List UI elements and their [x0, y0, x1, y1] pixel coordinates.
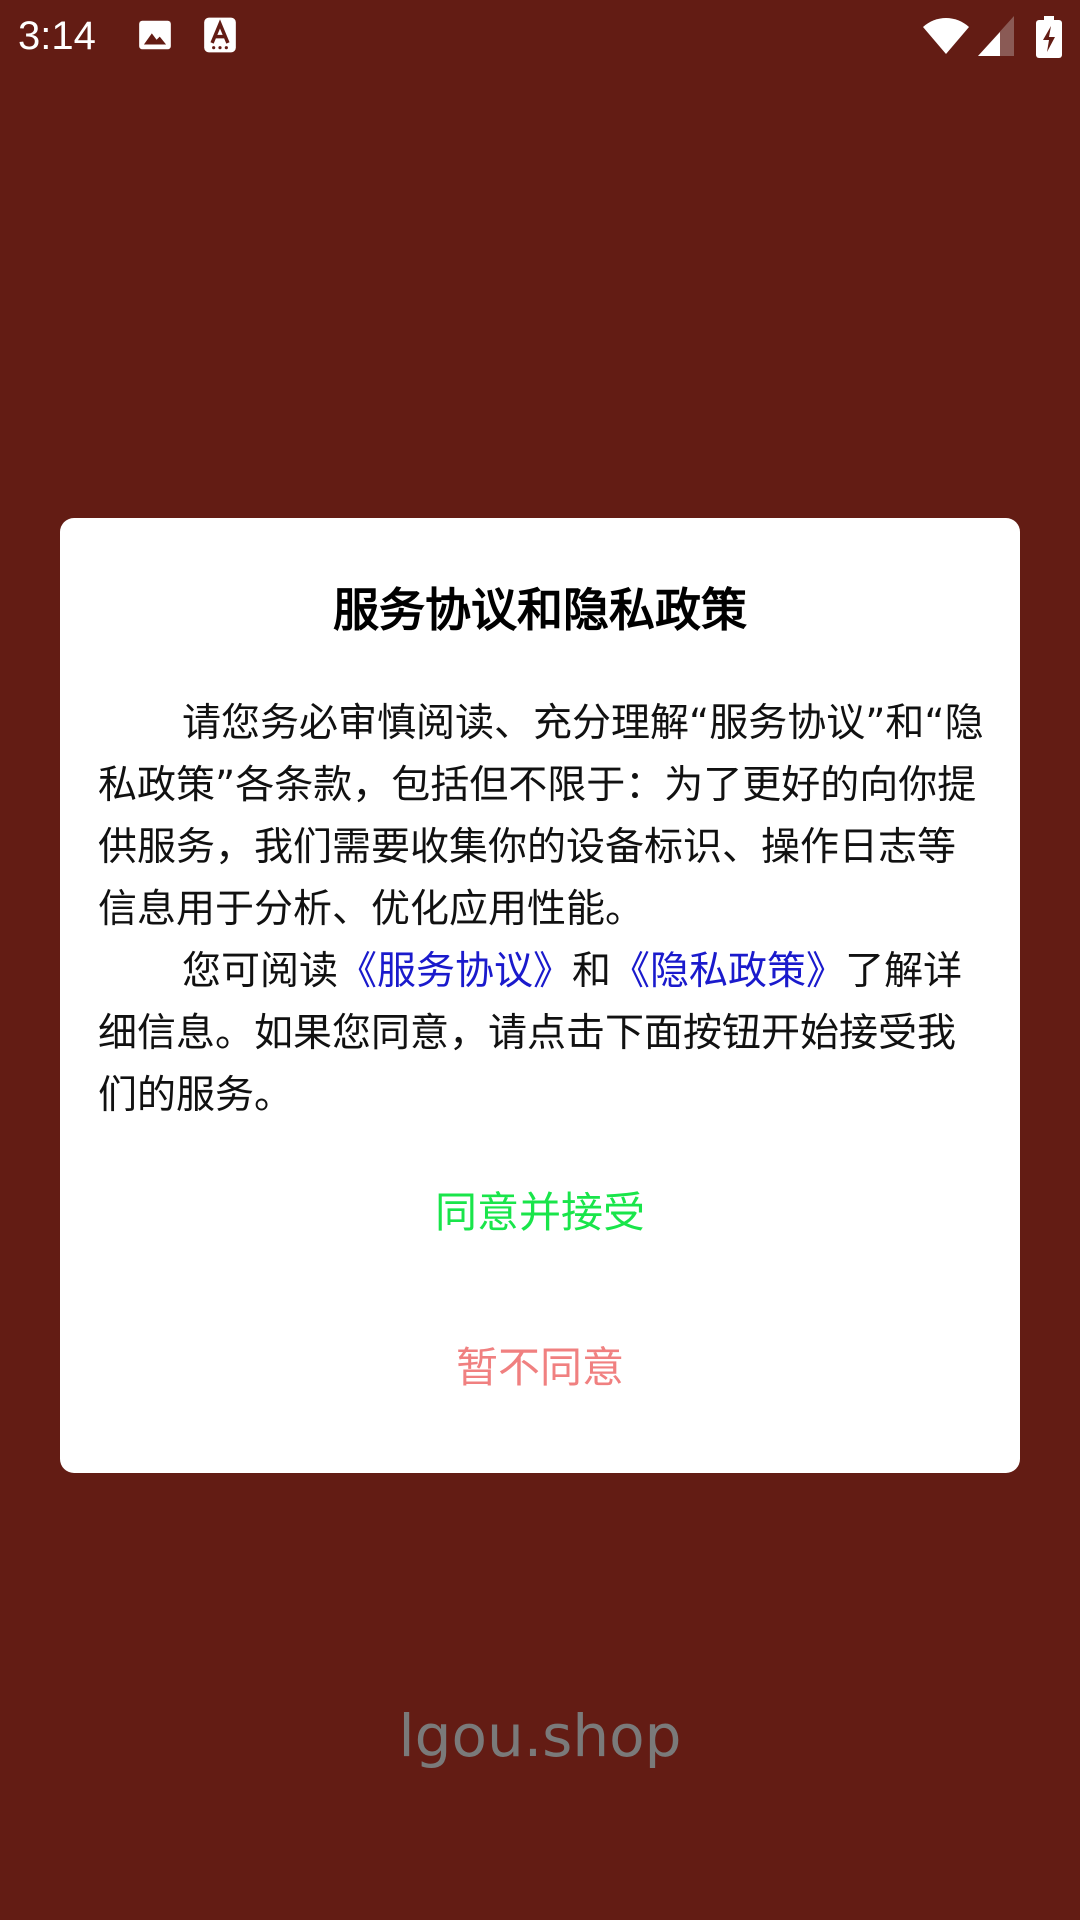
dialog-body: 请您务必审慎阅读、充分理解“服务协议”和“隐私政策”各条款，包括但不限于：为了更…	[98, 693, 988, 1127]
keyboard-icon	[202, 16, 238, 58]
read-more-paragraph: 您可阅读《服务协议》和《隐私政策》了解详细信息。如果您同意，请点击下面按钮开始接…	[98, 941, 988, 1127]
decline-button[interactable]: 暂不同意	[390, 1333, 690, 1403]
battery-charging-icon	[1036, 16, 1062, 62]
service-agreement-link[interactable]: 《服务协议》	[338, 949, 572, 994]
status-bar: 3:14	[0, 0, 1080, 72]
brand-watermark: lgou.shop	[398, 1702, 682, 1770]
read-prefix-text: 您可阅读	[182, 949, 339, 994]
wifi-icon	[922, 16, 970, 60]
and-text: 和	[572, 949, 612, 994]
dialog-title: 服务协议和隐私政策	[333, 583, 747, 637]
agreement-paragraph: 请您务必审慎阅读、充分理解“服务协议”和“隐私政策”各条款，包括但不限于：为了更…	[98, 701, 984, 932]
agree-button[interactable]: 同意并接受	[390, 1178, 690, 1248]
privacy-dialog: 服务协议和隐私政策 请您务必审慎阅读、充分理解“服务协议”和“隐私政策”各条款，…	[60, 518, 1020, 1473]
privacy-policy-link[interactable]: 《隐私政策》	[611, 949, 845, 994]
signal-icon	[978, 16, 1014, 60]
status-time: 3:14	[18, 14, 96, 58]
image-icon	[136, 16, 174, 58]
